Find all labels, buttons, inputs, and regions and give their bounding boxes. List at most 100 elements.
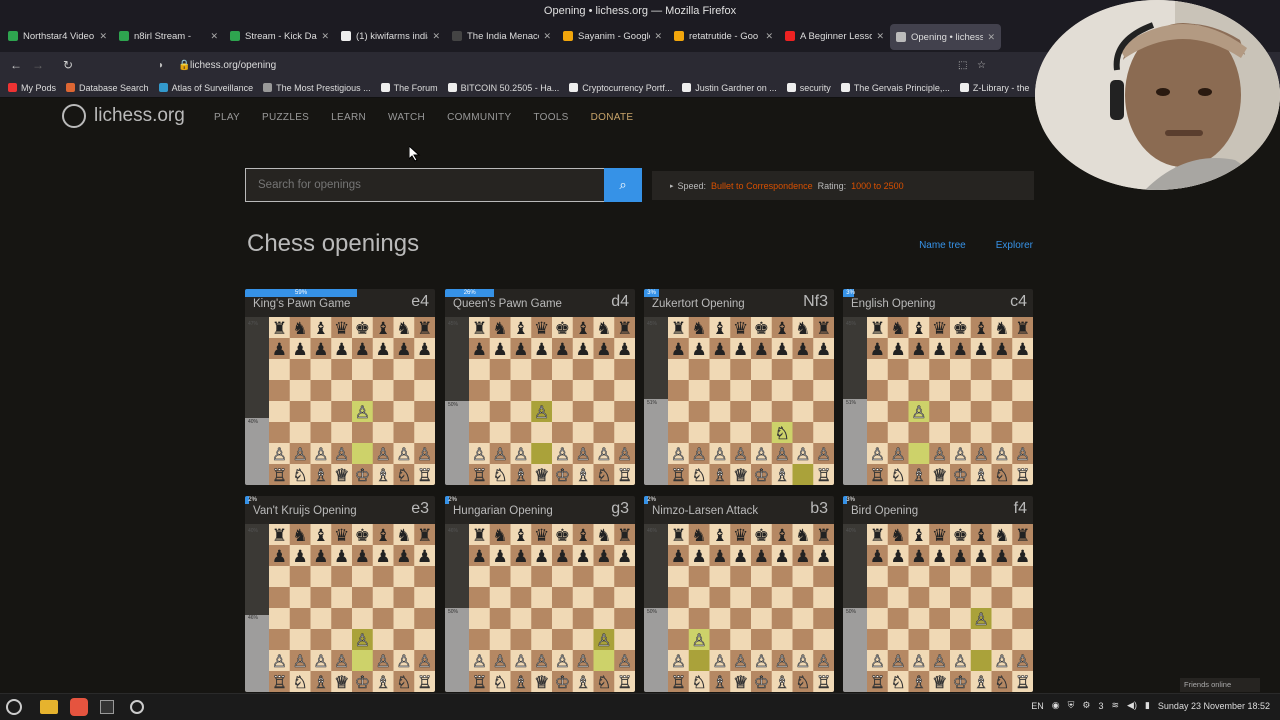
chess-board[interactable]: ♜ ♞ ♝ ♛ ♚ ♝ ♞ ♜♟ ♟ ♟ ♟ ♟ ♟ ♟ ♟♙♙ ♙ ♙ ♙ ♙ ♙ ♙♖ ♘ ♗ ♕ ♔ ♗ ♘ ♖	[668, 524, 834, 692]
bookmark-item[interactable]: My Pods	[8, 83, 56, 93]
speed-value[interactable]: Bullet to Correspondence	[711, 181, 813, 191]
site-menu-item[interactable]: COMMUNITY	[447, 112, 511, 123]
opening-card[interactable]: 3% Bird Opening f4 40% 50% ♜ ♞ ♝ ♛ ♚ ♝ ♞ ♜ ♟ ♟ ♟ ♟ ♟ ♟ ♟ ♟ ♙ ♙…	[843, 496, 1033, 692]
name-tree-link[interactable]: Name tree	[919, 240, 966, 251]
opening-search-input[interactable]	[258, 179, 588, 191]
translate-icon[interactable]: ⬚	[958, 60, 967, 71]
chess-piece: ♙	[472, 445, 487, 465]
notification-count[interactable]: 3	[1098, 701, 1103, 711]
browser-tab[interactable]: A Beginner Lesson ✕	[779, 22, 890, 50]
volume-icon[interactable]: ◀)	[1127, 700, 1137, 711]
bookmark-item[interactable]: security	[786, 83, 831, 93]
chess-piece: ♟	[1015, 340, 1030, 360]
bookmark-item[interactable]: Cryptocurrency Portf...	[569, 83, 672, 93]
opening-card[interactable]: 3% English Opening c4 45% 51% ♜ ♞ ♝ ♛ ♚ ♝ ♞ ♜ ♟ ♟ ♟ ♟ ♟ ♟ ♟…	[843, 289, 1033, 485]
chess-piece: ♟	[692, 340, 707, 360]
win-rate-gauge: 40% 46%	[245, 524, 269, 692]
bookmark-item[interactable]: The Gervais Principle,...	[840, 83, 950, 93]
bookmark-item[interactable]: The Most Prestigious ...	[263, 83, 371, 93]
friends-online-bar[interactable]: Friends online	[1180, 678, 1260, 692]
bookmark-item[interactable]: The Forum	[380, 83, 438, 93]
chess-piece: ♙	[754, 652, 769, 672]
chess-piece: ♚	[953, 319, 968, 339]
browser-tab[interactable]: Sayanim - Google ✕	[557, 22, 668, 50]
browser-tab[interactable]: Stream - Kick Dash ✕	[224, 22, 335, 50]
forward-icon[interactable]: →	[27, 58, 49, 72]
chess-board[interactable]: ♜ ♞ ♝ ♛ ♚ ♝ ♞ ♜♟ ♟ ♟ ♟ ♟ ♟ ♟ ♟♙♙ ♙ ♙ ♙ ♙ ♙ ♙♖ ♘ ♗ ♕ ♔ ♗ ♘ ♖	[867, 524, 1033, 692]
close-tab-icon[interactable]: ✕	[321, 31, 329, 42]
opening-search[interactable]	[245, 168, 605, 202]
close-tab-icon[interactable]: ✕	[432, 31, 440, 42]
chess-board[interactable]: ♜ ♞ ♝ ♛ ♚ ♝ ♞ ♜♟ ♟ ♟ ♟ ♟ ♟ ♟ ♟♙♙ ♙ ♙ ♙ ♙ ♙ ♙♖ ♘ ♗ ♕ ♔ ♗ ♘ ♖	[269, 317, 435, 485]
browser-tab[interactable]: n8irl Stream - ✕	[113, 22, 224, 50]
close-tab-icon[interactable]: ✕	[876, 31, 884, 42]
back-icon[interactable]: ←	[5, 58, 27, 72]
chess-piece: ♙	[472, 652, 487, 672]
chess-piece: ♝	[712, 526, 727, 546]
opening-card[interactable]: 2% Hungarian Opening g3 46% 50% ♜ ♞ ♝ ♛ ♚ ♝ ♞ ♜ ♟ ♟ ♟ ♟ ♟…	[445, 496, 635, 692]
chess-piece: ♕	[932, 673, 947, 692]
opening-name: Hungarian Opening	[453, 505, 553, 517]
wifi-icon[interactable]: ≋	[1112, 700, 1120, 711]
close-tab-icon[interactable]: ✕	[765, 31, 773, 42]
bookmark-star-icon[interactable]: ☆	[977, 60, 986, 71]
site-menu-item[interactable]: DONATE	[591, 112, 634, 123]
opening-card[interactable]: 59% King's Pawn Game e4 47% 40% ♜ ♞ ♝ ♛ ♚ ♝ ♞ ♜ ♟ ♟ ♟ ♟ ♟…	[245, 289, 435, 485]
site-menu-item[interactable]: PUZZLES	[262, 112, 309, 123]
update-icon[interactable]: ⚙	[1082, 700, 1090, 711]
bookmark-item[interactable]: BITCOIN 50.2505 - Ha...	[447, 83, 559, 93]
obs-icon[interactable]	[130, 700, 144, 714]
opening-card[interactable]: 26% Queen's Pawn Game d4 45% 50% ♜ ♞ ♝ ♛ ♚ ♝ ♞ ♜ ♟ ♟ ♟ ♟…	[445, 289, 635, 485]
chess-board[interactable]: ♜ ♞ ♝ ♛ ♚ ♝ ♞ ♜♟ ♟ ♟ ♟ ♟ ♟ ♟ ♟♙♙ ♙ ♙ ♙ ♙ ♙ ♙♖ ♘ ♗ ♕ ♔ ♗ ♘ ♖	[269, 524, 435, 692]
close-tab-icon[interactable]: ✕	[99, 31, 107, 42]
battery-icon[interactable]: ▮	[1145, 700, 1150, 711]
explorer-link[interactable]: Explorer	[996, 240, 1033, 251]
bookmark-item[interactable]: Database Search	[66, 83, 149, 93]
browser-tab[interactable]: (1) kiwifarms india ✕	[335, 22, 446, 50]
bookmark-item[interactable]: Atlas of Surveillance	[158, 82, 254, 93]
filters-bar[interactable]: ▸ Speed: Bullet to Correspondence Rating…	[652, 171, 1034, 200]
browser-tab[interactable]: Northstar4 Video ✕	[2, 22, 113, 50]
bookmark-item[interactable]: Justin Gardner on ...	[682, 83, 777, 93]
terminal-icon[interactable]	[100, 700, 114, 714]
browser-tab[interactable]: Opening • lichess ✕	[890, 24, 1001, 50]
chess-piece: ♟	[911, 547, 926, 567]
bookmark-item[interactable]: Z-Library - the	[959, 83, 1029, 93]
language-indicator[interactable]: EN	[1031, 701, 1044, 711]
search-button[interactable]: ⌕	[604, 168, 642, 202]
chess-piece: ♙	[272, 652, 287, 672]
gauge-top-label: 40%	[846, 528, 857, 534]
shield-tray-icon[interactable]: ⛨	[1068, 700, 1075, 711]
files-icon[interactable]	[40, 700, 58, 714]
rating-value[interactable]: 1000 to 2500	[851, 181, 904, 191]
close-tab-icon[interactable]: ✕	[543, 31, 551, 42]
chess-piece: ♗	[911, 466, 926, 485]
chess-board[interactable]: ♜ ♞ ♝ ♛ ♚ ♝ ♞ ♜♟ ♟ ♟ ♟ ♟ ♟ ♟ ♟♙♙ ♙ ♙ ♙ ♙ ♙ ♙♖ ♘ ♗ ♕ ♔ ♗ ♘ ♖	[867, 317, 1033, 485]
chess-board[interactable]: ♜ ♞ ♝ ♛ ♚ ♝ ♞ ♜♟ ♟ ♟ ♟ ♟ ♟ ♟ ♟♙♙ ♙ ♙ ♙ ♙ ♙ ♙♖ ♘ ♗ ♕ ♔ ♗ ♘ ♖	[469, 317, 635, 485]
site-menu-item[interactable]: WATCH	[388, 112, 425, 123]
chess-piece: ♟	[313, 547, 328, 567]
chess-piece: ♙	[355, 631, 370, 651]
chess-board[interactable]: ♜ ♞ ♝ ♛ ♚ ♝ ♞ ♜♟ ♟ ♟ ♟ ♟ ♟ ♟ ♟♙♙ ♙ ♙ ♙ ♙ ♙ ♙♖ ♘ ♗ ♕ ♔ ♗ ♘ ♖	[469, 524, 635, 692]
network-icon[interactable]: ◉	[1052, 700, 1060, 711]
app-menu-icon[interactable]	[6, 699, 22, 715]
site-menu-item[interactable]: PLAY	[214, 112, 240, 123]
close-tab-icon[interactable]: ✕	[987, 32, 995, 43]
reload-icon[interactable]: ↻	[57, 58, 79, 72]
close-tab-icon[interactable]: ✕	[210, 31, 218, 42]
opening-card[interactable]: 3% Zukertort Opening Nf3 45% 51% ♜ ♞ ♝ ♛ ♚ ♝ ♞ ♜ ♟ ♟ ♟ ♟…	[644, 289, 834, 485]
firefox-icon[interactable]	[70, 698, 88, 716]
browser-tab[interactable]: The India Menace | Po ✕	[446, 22, 557, 50]
opening-card[interactable]: 2% Van't Kruijs Opening e3 40% 46% ♜ ♞ ♝ ♛ ♚ ♝ ♞ ♜ ♟ ♟…	[245, 496, 435, 692]
chess-piece: ♖	[417, 466, 432, 485]
lichess-logo[interactable]: lichess.org	[62, 104, 185, 128]
close-tab-icon[interactable]: ✕	[654, 31, 662, 42]
browser-tab[interactable]: retatrutide - Goo ✕	[668, 22, 779, 50]
site-menu-item[interactable]: TOOLS	[533, 112, 568, 123]
chess-board[interactable]: ♜ ♞ ♝ ♛ ♚ ♝ ♞ ♜♟ ♟ ♟ ♟ ♟ ♟ ♟ ♟♘♙ ♙ ♙ ♙ ♙ ♙ ♙ ♙♖ ♘ ♗ ♕ ♔ ♗ ♖	[668, 317, 834, 485]
bookmark-label: Atlas of Surveillance	[171, 82, 254, 93]
opening-card[interactable]: 2% Nimzo-Larsen Attack b3 46% 50% ♜ ♞ ♝ ♛ ♚ ♝ ♞ ♜ ♟ ♟ ♟…	[644, 496, 834, 692]
url-bar[interactable]: ◗ 🔒 lichess.org/opening	[150, 55, 1030, 75]
site-menu-item[interactable]: LEARN	[331, 112, 366, 123]
chess-piece: ♖	[472, 673, 487, 692]
